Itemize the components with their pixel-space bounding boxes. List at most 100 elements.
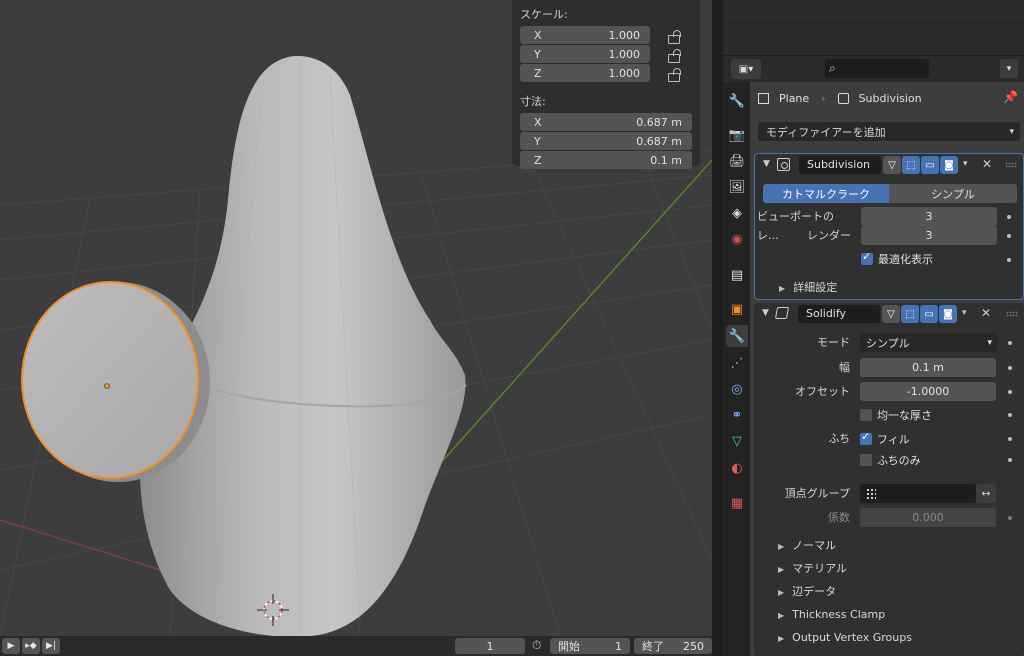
expand-arrow-icon: ▶ [779, 284, 786, 293]
texture-tab-icon[interactable]: ▦ [726, 492, 748, 514]
frame-end-field[interactable]: 終了 250 [634, 638, 712, 654]
add-modifier-dropdown[interactable]: モディファイアーを追加 ▾ [758, 122, 1020, 141]
lock-icon[interactable] [666, 29, 681, 44]
edge-data-subpanel[interactable]: ▶ 辺データ [778, 583, 836, 601]
dimension-z-field[interactable]: Z 0.1 m [520, 151, 692, 169]
viewport-toggle-icon[interactable]: ▭ [921, 156, 939, 174]
breadcrumb-separator-icon: › [821, 91, 826, 105]
collapse-arrow-icon[interactable]: ▼ [762, 308, 769, 318]
vertex-group-icon [866, 488, 876, 499]
chevron-down-icon[interactable]: ▾ [963, 159, 968, 169]
world-tab-icon[interactable]: ◉ [726, 228, 748, 250]
catmull-clark-button[interactable]: カトマルクラーク [763, 184, 889, 203]
modifier-tab-icon[interactable]: 🔧 [726, 325, 748, 347]
animate-property-icon[interactable] [1007, 215, 1011, 219]
jump-end-icon[interactable]: ▶| [42, 638, 60, 654]
render-toggle-icon[interactable]: ◙ [939, 305, 957, 323]
output-vertex-groups-subpanel[interactable]: ▶ Output Vertex Groups [778, 629, 912, 647]
close-icon[interactable]: ✕ [982, 157, 992, 171]
animate-property-icon[interactable] [1008, 341, 1012, 345]
thickness-clamp-subpanel[interactable]: ▶ Thickness Clamp [778, 606, 885, 624]
search-input[interactable]: ⌕ [825, 59, 929, 78]
simple-button[interactable]: シンプル [889, 184, 1017, 203]
optimal-display-checkbox[interactable]: 最適化表示 [861, 250, 933, 267]
chevron-down-icon[interactable]: ▾ [962, 308, 967, 318]
animate-property-icon[interactable] [1008, 458, 1012, 462]
scale-y-field[interactable]: Y 1.000 [520, 45, 650, 63]
mode-dropdown[interactable]: シンプル ▾ [860, 333, 998, 352]
vertex-group-field[interactable] [860, 484, 976, 503]
on-cage-toggle-icon[interactable]: ⬚ [901, 305, 919, 323]
properties-tabs: 🔧 📷 🖨 🖼 ◈ ◉ ▤ ▣ 🔧 ⋰ ◎ ⚭ ▽ ◐ ▦ [723, 82, 750, 656]
subdivision-modifier-panel: ▼ Subdivision ▽ ⬚ ▭ ◙ ▾ ✕ カトマルクラーク シンプル … [754, 153, 1024, 300]
fill-rim-checkbox[interactable]: フィル [860, 430, 910, 447]
offset-field[interactable]: -1.0000 [860, 382, 996, 401]
edit-mode-toggle-icon[interactable]: ▽ [883, 156, 901, 174]
animate-property-icon[interactable] [1008, 437, 1012, 441]
expand-arrow-icon: ▶ [778, 588, 785, 597]
modifier-name-field[interactable]: Subdivision [799, 156, 881, 174]
invert-vertex-group-icon[interactable]: ↔ [976, 484, 996, 503]
pin-icon[interactable]: 📌 [1003, 90, 1018, 104]
stopwatch-icon[interactable]: ⏱ [532, 638, 541, 653]
scale-z-field[interactable]: Z 1.000 [520, 64, 650, 82]
drag-handle-icon[interactable] [1006, 311, 1018, 317]
expand-arrow-icon: ▶ [778, 634, 785, 643]
collapse-arrow-icon[interactable]: ▼ [763, 159, 770, 169]
particles-tab-icon[interactable]: ⋰ [726, 352, 748, 374]
output-tab-icon[interactable]: 🖨 [726, 150, 748, 172]
material-tab-icon[interactable]: ◐ [726, 457, 748, 479]
dimension-x-field[interactable]: X 0.687 m [520, 113, 692, 131]
modifier-name-field[interactable]: Solidify [798, 305, 880, 323]
viewport-toggle-icon[interactable]: ▭ [920, 305, 938, 323]
close-icon[interactable]: ✕ [981, 306, 991, 320]
materials-subpanel[interactable]: ▶ マテリアル [778, 560, 847, 578]
selected-disc [21, 281, 199, 479]
data-tab-icon[interactable]: ▽ [726, 430, 748, 452]
edit-mode-toggle-icon[interactable]: ▽ [882, 305, 900, 323]
3d-viewport[interactable]: スケール: X 1.000 Y 1.000 Z 1.000 寸法: X 0.687 m … [0, 0, 712, 636]
render-levels-field[interactable]: 3 [861, 226, 997, 245]
lock-icon[interactable] [666, 67, 681, 82]
animate-property-icon[interactable] [1008, 413, 1012, 417]
expand-arrow-icon: ▶ [778, 542, 785, 551]
normals-subpanel[interactable]: ▶ ノーマル [778, 537, 836, 555]
animate-property-icon[interactable] [1007, 258, 1011, 262]
on-cage-toggle-icon[interactable]: ⬚ [902, 156, 920, 174]
even-thickness-checkbox[interactable]: 均一な厚さ [860, 407, 932, 423]
viewport-levels-label: ビューポートのレ... [757, 210, 834, 242]
scene-tab-icon[interactable]: ◈ [726, 202, 748, 224]
search-icon: ⌕ [829, 61, 836, 75]
collection-tab-icon[interactable]: ▤ [726, 264, 748, 286]
play-icon[interactable]: ▶ [2, 638, 20, 654]
tool-tab-icon[interactable]: 🔧 [726, 90, 748, 112]
jump-keyframe-icon[interactable]: ▸◆ [22, 638, 40, 654]
thickness-field[interactable]: 0.1 m [860, 358, 996, 377]
scale-x-field[interactable]: X 1.000 [520, 26, 650, 44]
offset-label: オフセット [795, 385, 850, 398]
breadcrumb-object: Plane [779, 91, 810, 105]
view-layer-tab-icon[interactable]: 🖼 [726, 176, 748, 198]
area-splitter[interactable] [712, 0, 723, 656]
animate-property-icon[interactable] [1008, 390, 1012, 394]
outliner-area[interactable] [723, 0, 1024, 55]
constraints-tab-icon[interactable]: ⚭ [726, 404, 748, 426]
advanced-subpanel[interactable]: ▶ 詳細設定 [779, 279, 837, 297]
lock-icon[interactable] [666, 48, 681, 63]
animate-property-icon[interactable] [1008, 366, 1012, 370]
physics-tab-icon[interactable]: ◎ [726, 378, 748, 400]
editor-type-icon[interactable]: ▣▾ [731, 59, 761, 79]
chevron-down-icon[interactable]: ▾ [1000, 59, 1018, 78]
dimension-y-field[interactable]: Y 0.687 m [520, 132, 692, 150]
viewport-levels-field[interactable]: 3 [861, 207, 997, 226]
rim-only-checkbox[interactable]: ふちのみ [860, 452, 921, 468]
render-toggle-icon[interactable]: ◙ [940, 156, 958, 174]
rim-label: ふち [828, 432, 850, 445]
render-tab-icon[interactable]: 📷 [726, 124, 748, 146]
current-frame-field[interactable]: 1 [455, 638, 525, 654]
frame-start-field[interactable]: 開始 1 [550, 638, 630, 654]
expand-arrow-icon: ▶ [778, 565, 785, 574]
animate-property-icon[interactable] [1007, 234, 1011, 238]
drag-handle-icon[interactable] [1005, 162, 1017, 168]
object-tab-icon[interactable]: ▣ [726, 298, 748, 320]
